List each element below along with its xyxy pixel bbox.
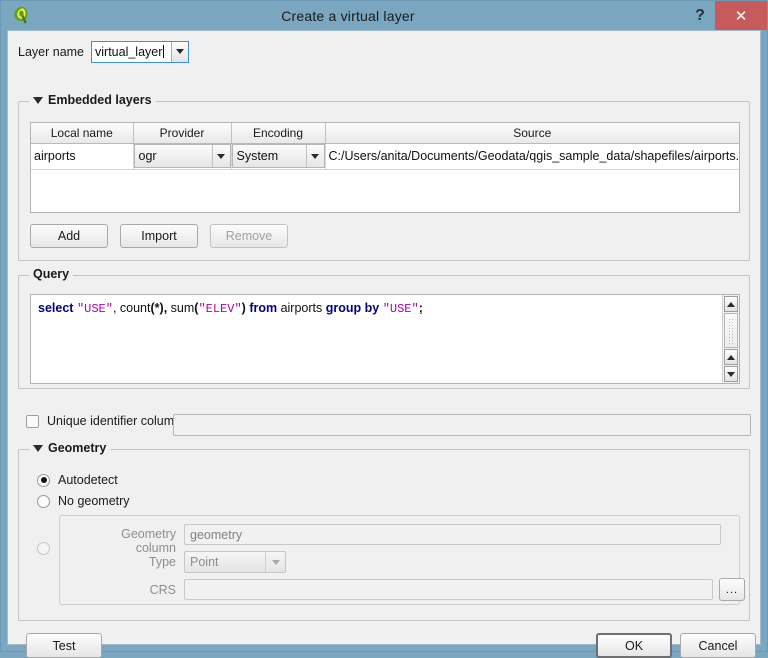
embedded-layers-group: Embedded layers Local name Provider Enco… (18, 93, 750, 261)
cell-encoding[interactable]: System (231, 143, 326, 170)
embedded-layers-table[interactable]: Local name Provider Encoding Source airp… (30, 122, 740, 213)
cell-source[interactable]: C:/Users/anita/Documents/Geodata/qgis_sa… (325, 143, 739, 170)
create-virtual-layer-dialog: Create a virtual layer ? ✕ Layer name vi… (0, 0, 768, 658)
sql-token: from (249, 301, 278, 315)
geometry-type-dropdown-arrow[interactable] (265, 552, 285, 572)
geometry-type-value: Point (190, 555, 219, 569)
qgis-logo-icon (11, 4, 33, 26)
sql-query-text[interactable]: select "USE", count(*), sum("ELEV") from… (31, 295, 722, 383)
column-header-encoding[interactable]: Encoding (231, 123, 326, 144)
chevron-down-icon[interactable] (33, 96, 43, 104)
triangle-up-icon (727, 301, 735, 307)
chevron-down-icon (176, 49, 185, 54)
query-vertical-scrollbar[interactable] (722, 295, 739, 383)
chevron-down-icon (311, 153, 319, 159)
layer-name-row: Layer name virtual_layer (8, 31, 760, 63)
unique-identifier-checkbox[interactable] (26, 414, 39, 428)
sql-query-editor[interactable]: select "USE", count(*), sum("ELEV") from… (30, 294, 740, 384)
geometry-group-title[interactable]: Geometry (29, 441, 111, 455)
scroll-down-button[interactable] (724, 366, 738, 382)
unique-identifier-label: Unique identifier column (47, 414, 182, 428)
geometry-option-autodetect[interactable]: Autodetect (37, 473, 118, 487)
layer-name-value: virtual_layer (95, 44, 163, 59)
sql-token: ; (418, 301, 423, 315)
encoding-combobox[interactable]: System (231, 144, 325, 168)
chevron-down-icon[interactable] (33, 444, 43, 452)
scrollbar-handle[interactable] (724, 313, 738, 348)
geometry-group-label: Geometry (48, 441, 107, 455)
column-header-provider[interactable]: Provider (133, 123, 232, 144)
ok-button[interactable]: OK (596, 633, 672, 658)
provider-dropdown-arrow[interactable] (211, 145, 230, 167)
autodetect-radio[interactable] (37, 473, 50, 487)
sql-token: sum (170, 301, 195, 315)
unique-identifier-input[interactable] (173, 414, 751, 436)
sql-token: ), (159, 301, 171, 315)
geometry-option-no-geometry[interactable]: No geometry (37, 494, 130, 508)
cell-provider[interactable]: ogr (133, 143, 232, 170)
geometry-type-combobox[interactable]: Point (184, 551, 286, 573)
scroll-up-button-top[interactable] (724, 296, 738, 312)
table-header-row: Local name Provider Encoding Source (31, 123, 739, 144)
cancel-button[interactable]: Cancel (680, 633, 756, 658)
remove-button: Remove (210, 224, 288, 248)
table-row[interactable]: airports ogr System C:/Users/anita/Docum… (31, 143, 739, 170)
sql-token: count (119, 301, 151, 315)
query-group: Query select "USE", count(*), sum("ELEV"… (18, 267, 750, 389)
window-controls: ? ✕ (685, 1, 767, 30)
add-button[interactable]: Add (30, 224, 108, 248)
sql-token: airports (277, 301, 326, 315)
query-group-label: Query (33, 267, 70, 281)
column-header-local-name[interactable]: Local name (31, 123, 134, 144)
grip-icon (727, 317, 735, 344)
crs-input[interactable] (184, 579, 713, 600)
no-geometry-label: No geometry (58, 494, 130, 508)
triangle-down-icon (727, 371, 735, 377)
no-geometry-radio[interactable] (37, 494, 50, 508)
provider-value: ogr (138, 149, 157, 163)
crs-label: CRS (149, 583, 176, 597)
cell-local-name[interactable]: airports (31, 143, 134, 170)
chevron-down-icon (217, 153, 225, 159)
crs-browse-button[interactable]: ... (719, 578, 745, 601)
sql-token: "USE" (382, 302, 419, 316)
triangle-up-icon (727, 354, 735, 360)
column-header-source[interactable]: Source (325, 123, 739, 144)
provider-combobox[interactable]: ogr (133, 144, 231, 168)
test-button[interactable]: Test (26, 633, 102, 658)
embedded-layers-group-label: Embedded layers (48, 93, 152, 107)
sql-token: "ELEV" (198, 302, 242, 316)
embedded-layers-group-title[interactable]: Embedded layers (29, 93, 156, 107)
close-button[interactable]: ✕ (715, 1, 767, 30)
layer-name-input[interactable]: virtual_layer (92, 41, 172, 62)
dialog-body: Layer name virtual_layer Embedded layers (7, 30, 761, 658)
unique-identifier-row: Unique identifier column (26, 414, 181, 428)
autodetect-label: Autodetect (58, 473, 118, 487)
help-button[interactable]: ? (685, 1, 715, 30)
import-button[interactable]: Import (120, 224, 198, 248)
encoding-dropdown-arrow[interactable] (305, 145, 324, 167)
scroll-up-button[interactable] (724, 349, 738, 365)
layer-name-label: Layer name (18, 44, 85, 59)
custom-geometry-radio[interactable] (37, 542, 50, 555)
sql-token: "USE" (76, 302, 113, 316)
geometry-column-label: Geometry column (121, 527, 176, 555)
encoding-value: System (236, 149, 279, 163)
type-label: Type (148, 555, 176, 569)
layer-name-dropdown-arrow[interactable] (171, 41, 189, 62)
sql-token: group by (325, 301, 380, 315)
title-bar[interactable]: Create a virtual layer ? ✕ (1, 1, 767, 30)
geometry-group: Geometry Autodetect No geometry Geometry… (18, 441, 750, 621)
sql-token: , (112, 301, 120, 315)
custom-geometry-panel: Geometry column geometry Type Point CRS … (59, 515, 745, 605)
text-cursor (163, 45, 165, 58)
geometry-column-input[interactable]: geometry (184, 524, 721, 545)
layer-name-combobox[interactable]: virtual_layer (91, 40, 190, 63)
window-title: Create a virtual layer (281, 7, 415, 24)
sql-token: select (38, 301, 74, 315)
query-group-title: Query (29, 267, 74, 281)
chevron-down-icon (271, 559, 280, 565)
